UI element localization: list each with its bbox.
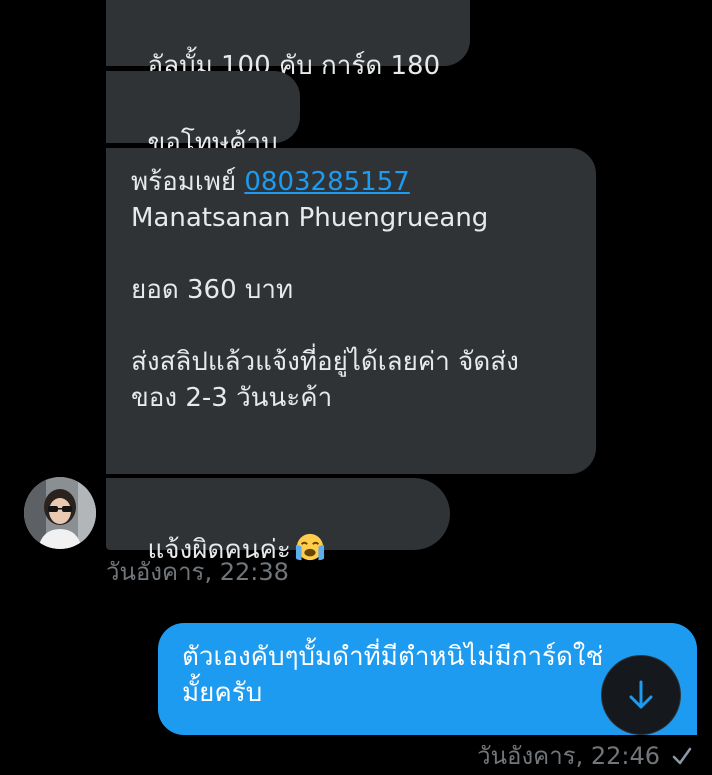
- loudly-crying-face-emoji: [295, 533, 324, 561]
- received-message-bubble[interactable]: อัลบั้ม 100 คับ การ์ด 180: [106, 0, 470, 81]
- checkmark-icon: [672, 747, 692, 765]
- message-text-body: Manatsanan Phuengrueang ยอด 360 บาท ส่งส…: [131, 203, 519, 413]
- arrow-down-icon: [629, 680, 653, 709]
- received-message-bubble[interactable]: แจ้งผิดคนค่ะ: [106, 478, 450, 565]
- scroll-to-bottom-button[interactable]: [601, 655, 681, 735]
- message-text: ตัวเองคับๆบั้มดำที่มีตำหนิไม่มีการ์ดใช่ …: [182, 642, 604, 708]
- message-timestamp: วันอังคาร, 22:46: [477, 742, 660, 770]
- avatar-photo: [24, 477, 96, 549]
- received-message-bubble[interactable]: พร้อมเพย์ 0803285157 Manatsanan Phuengru…: [106, 148, 596, 474]
- user-avatar[interactable]: [24, 477, 96, 549]
- message-text-prefix: พร้อมเพย์: [131, 167, 245, 197]
- phone-number-link[interactable]: 0803285157: [244, 167, 409, 197]
- message-timestamp: วันอังคาร, 22:38: [106, 558, 289, 586]
- received-message-bubble[interactable]: ขอโทษค้าบ: [106, 71, 300, 158]
